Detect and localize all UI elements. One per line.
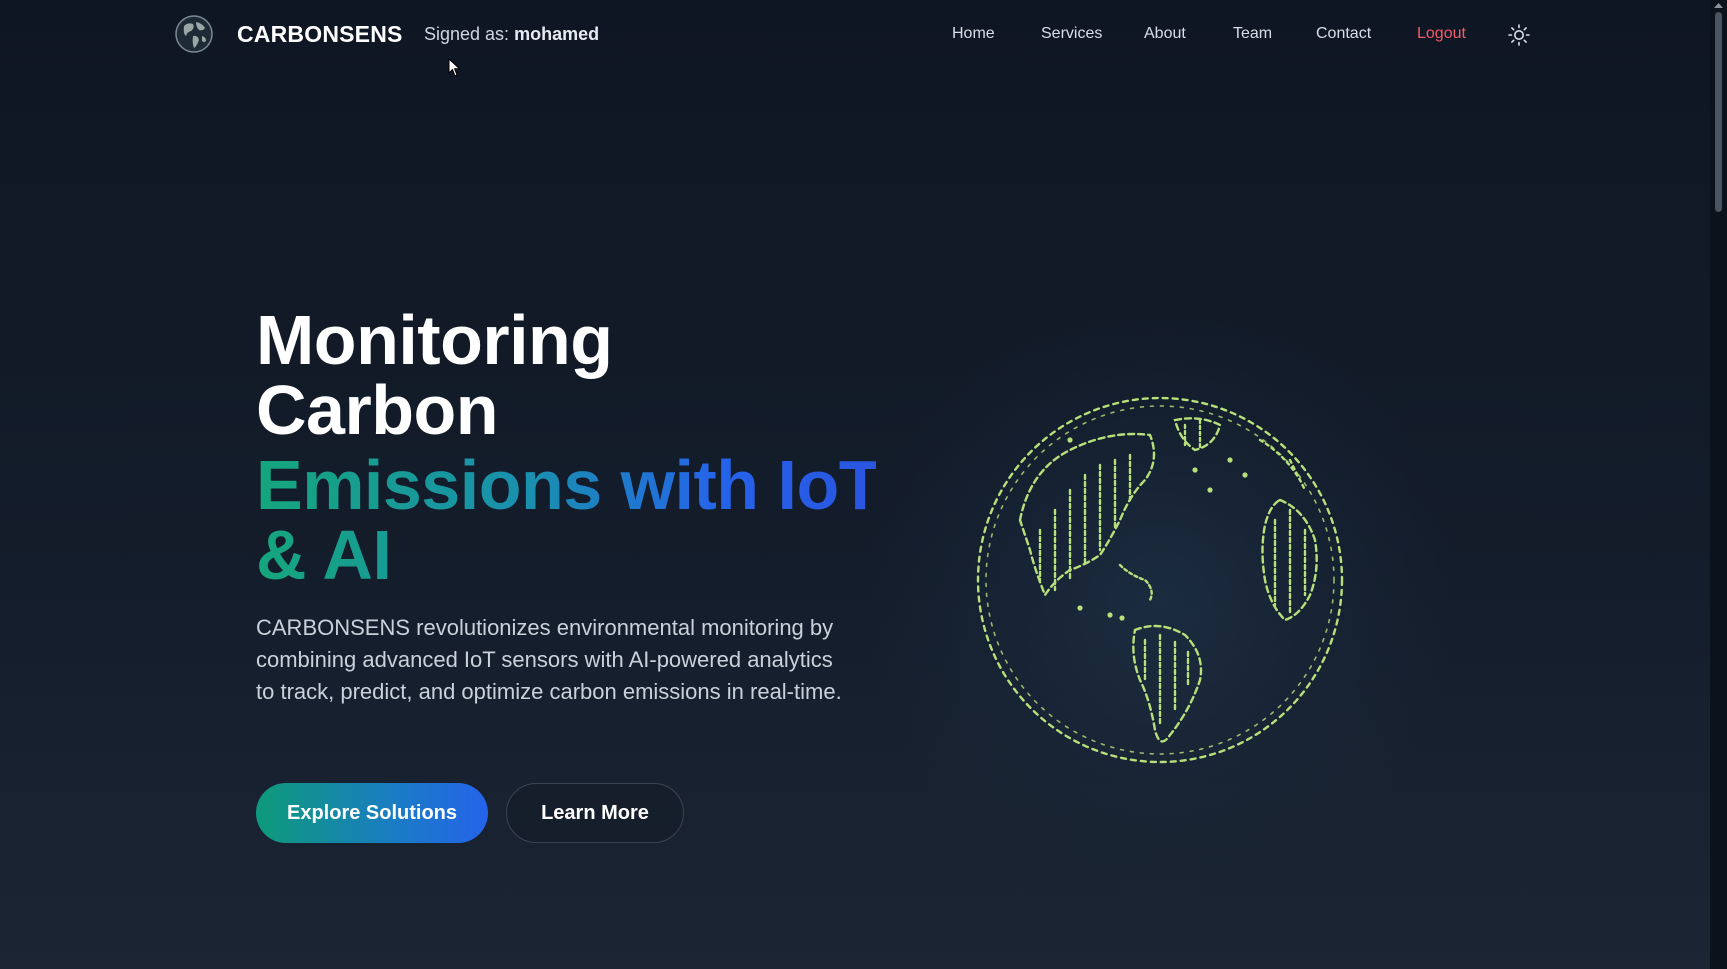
- logout-link[interactable]: Logout: [1417, 25, 1466, 43]
- nav-link-services[interactable]: Services: [1041, 25, 1102, 43]
- hero-accent-title: Emissions with IoT & AI: [256, 450, 876, 590]
- sun-icon[interactable]: [1507, 23, 1531, 47]
- hero-accent-line-1: Emissions with IoT: [256, 446, 881, 524]
- circuit-globe-icon: [976, 396, 1344, 764]
- hero-accent-line-2: & AI: [256, 516, 392, 594]
- nav-link-about[interactable]: About: [1144, 25, 1186, 43]
- username: mohamed: [514, 24, 600, 44]
- nav-link-home[interactable]: Home: [952, 25, 995, 43]
- navbar: CARBONSENS Signed as: mohamed Home Servi…: [0, 0, 1710, 70]
- nav-link-team[interactable]: Team: [1233, 25, 1272, 43]
- scroll-up-arrow-icon[interactable]: [1713, 1, 1724, 9]
- scrollbar-thumb[interactable]: [1715, 12, 1722, 212]
- mouse-cursor-icon: [448, 58, 461, 77]
- explore-solutions-button[interactable]: Explore Solutions: [256, 783, 488, 843]
- hero-title-line-1: Monitoring: [256, 301, 613, 379]
- signed-as-prefix: Signed as:: [424, 24, 510, 44]
- nav-link-contact[interactable]: Contact: [1316, 25, 1371, 43]
- globe-logo-icon[interactable]: [174, 14, 214, 54]
- hero-description: CARBONSENS revolutionizes environmental …: [256, 615, 842, 704]
- hero-title: Monitoring Carbon: [256, 305, 613, 445]
- signed-as-label: Signed as: mohamed: [424, 24, 599, 45]
- learn-more-button[interactable]: Learn More: [506, 783, 684, 843]
- hero-title-line-2: Carbon: [256, 371, 498, 449]
- brand-name[interactable]: CARBONSENS: [237, 21, 403, 48]
